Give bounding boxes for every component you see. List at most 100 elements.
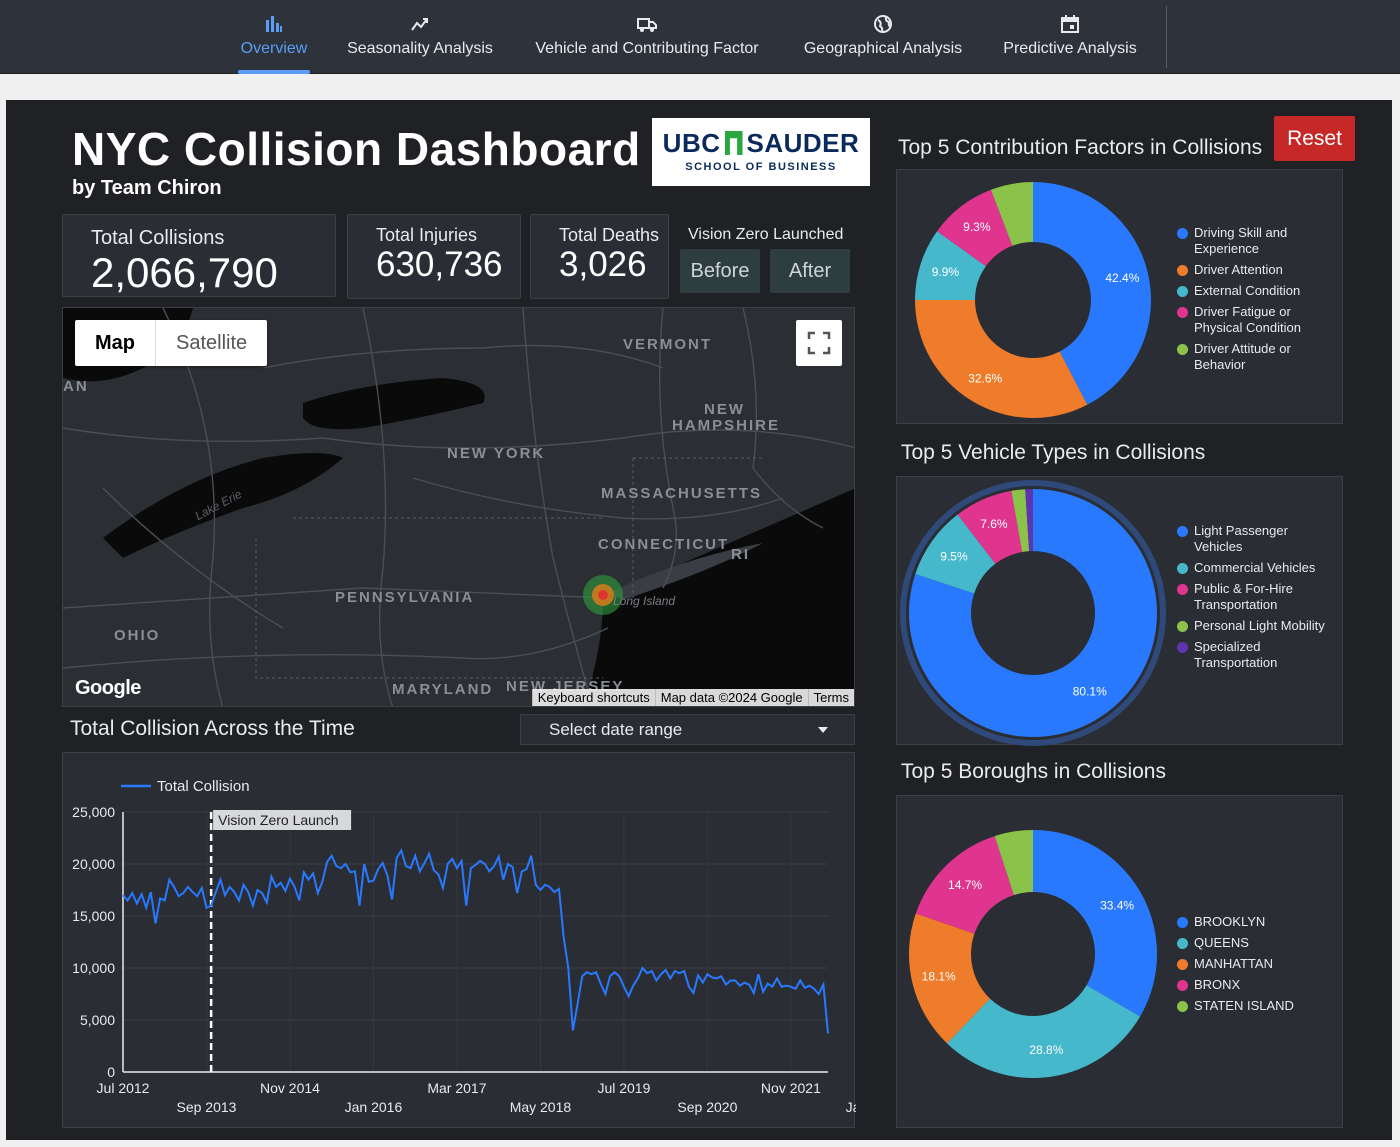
legend-item[interactable]: Driver Attitude or Behavior (1177, 341, 1337, 373)
line-chart-title: Total Collision Across the Time (70, 717, 355, 740)
legend-item[interactable]: Specialized Transportation (1177, 639, 1337, 671)
tab-overview[interactable]: Overview (238, 0, 310, 74)
legend-label: Total Collision (157, 778, 250, 795)
slice-label: 7.6% (980, 517, 1008, 531)
legend-label: Light Passenger Vehicles (1194, 523, 1288, 554)
legend-label: QUEENS (1194, 935, 1249, 950)
legend-dot (1177, 228, 1188, 239)
vision-zero-before-button[interactable]: Before (680, 249, 760, 293)
factors-chart-title: Top 5 Contribution Factors in Collisions (898, 136, 1263, 159)
map-label-new-hampshire-1: NEW (704, 401, 745, 418)
x-tick-label: Jan 2016 (345, 1099, 403, 1115)
vision-zero-after-button[interactable]: After (770, 249, 850, 293)
legend-label: BRONX (1194, 977, 1241, 992)
legend-item[interactable]: QUEENS (1177, 935, 1337, 951)
map-attribution: Keyboard shortcuts Map data ©2024 Google… (531, 689, 854, 706)
legend-item[interactable]: BROOKLYN (1177, 914, 1337, 930)
slice-label: 18.1% (922, 970, 956, 984)
legend-dot (1177, 265, 1188, 276)
fullscreen-button[interactable] (796, 320, 842, 366)
map-tiles (63, 308, 854, 706)
slice-label: 14.7% (948, 878, 982, 892)
donut-slice[interactable] (915, 300, 1088, 418)
tab-label: Geographical Analysis (803, 40, 963, 57)
tab-predictive-analysis[interactable]: Predictive Analysis (999, 0, 1141, 74)
x-tick-label: Jul 2012 (97, 1080, 150, 1096)
y-tick-label: 0 (107, 1064, 115, 1080)
total-collision-line (122, 848, 829, 1034)
legend-dot (1177, 286, 1188, 297)
legend-label: Public & For-Hire Transportation (1194, 581, 1293, 612)
map-label-an: AN (63, 378, 89, 395)
legend-dot (1177, 1001, 1188, 1012)
bar-chart-icon (266, 16, 282, 32)
line-chart-panel: 0 5,000 10,000 15,000 20,000 25,000 Jul 2012 No… (62, 752, 903, 1128)
slice-label: 9.3% (963, 220, 991, 234)
dashboard-canvas: NYC Collision Dashboard by Team Chiron U… (6, 100, 1392, 1140)
legend-item[interactable]: BRONX (1177, 977, 1337, 993)
legend-dot (1177, 307, 1188, 318)
legend-dot (1177, 526, 1188, 537)
legend-item[interactable]: MANHATTAN (1177, 956, 1337, 972)
slice-label: 33.4% (1100, 899, 1134, 913)
legend-label: STATEN ISLAND (1194, 998, 1294, 1013)
google-logo: Google (75, 677, 141, 699)
kpi-label: Total Injuries (376, 225, 478, 245)
tab-geographical-analysis[interactable]: Geographical Analysis (800, 0, 966, 74)
logo-text-ubc: UBC (662, 128, 721, 158)
legend-item[interactable]: Driver Fatigue or Physical Condition (1177, 304, 1337, 336)
legend-item[interactable]: External Condition (1177, 283, 1337, 299)
legend-item[interactable]: Commercial Vehicles (1177, 560, 1337, 576)
fullscreen-icon (807, 331, 831, 355)
logo-mark-icon (724, 131, 743, 155)
satellite-view-button[interactable]: Satellite (156, 320, 267, 366)
map-view-button[interactable]: Map (75, 320, 156, 366)
legend-item[interactable]: Personal Light Mobility (1177, 618, 1337, 634)
tab-label: Seasonality Analysis (347, 40, 493, 57)
legend-label: Driving Skill and Experience (1194, 225, 1288, 256)
legend-item[interactable]: Driving Skill and Experience (1177, 225, 1337, 257)
legend-item[interactable]: Light Passenger Vehicles (1177, 523, 1337, 555)
date-range-label: Select date range (549, 719, 683, 739)
kpi-total-deaths: Total Deaths 3,026 (530, 214, 669, 299)
tab-label: Predictive Analysis (1003, 40, 1137, 57)
legend-label: BROOKLYN (1194, 914, 1266, 929)
x-tick-label: May 2018 (510, 1099, 572, 1115)
collision-map[interactable]: VERMONT NEW HAMPSHIRE NEW YORK MASSACHUS… (62, 307, 855, 707)
keyboard-shortcuts-link[interactable]: Keyboard shortcuts (531, 689, 655, 706)
kpi-label: Total Collisions (91, 227, 225, 249)
tab-seasonality-analysis[interactable]: Seasonality Analysis (344, 0, 496, 74)
kpi-label: Total Deaths (559, 225, 660, 245)
legend-item[interactable]: Public & For-Hire Transportation (1177, 581, 1337, 613)
x-tick-label: Nov 2014 (260, 1080, 320, 1096)
slice-label: 80.1% (1073, 685, 1107, 699)
trend-icon (411, 18, 428, 31)
slice-label: 28.8% (1029, 1043, 1063, 1057)
vehicles-chart-panel: 80.1% 9.5% 7.6% Light Passenger Vehicles Co… (896, 476, 1343, 746)
x-tick-label: Jul 2019 (597, 1080, 650, 1096)
vehicles-chart-title: Top 5 Vehicle Types in Collisions (901, 441, 1206, 464)
map-label-connecticut: CONNECTICUT (598, 536, 730, 553)
x-tick-label: Mar 2017 (427, 1080, 486, 1096)
map-label-new-hampshire-2: HAMPSHIRE (672, 417, 781, 434)
line-chart: 0 5,000 10,000 15,000 20,000 25,000 Jul 2012 No… (72, 778, 903, 1115)
boroughs-chart-title: Top 5 Boroughs in Collisions (901, 760, 1166, 783)
legend-label: Specialized Transportation (1194, 639, 1278, 670)
legend-dot (1177, 621, 1188, 632)
terms-link[interactable]: Terms (807, 689, 854, 706)
donut-slice[interactable] (1033, 830, 1157, 1017)
tab-vehicle-contributing-factor[interactable]: Vehicle and Contributing Factor (529, 0, 765, 74)
heatmap-core (598, 590, 608, 600)
factors-chart-panel: 42.4% 32.6% 9.9% 9.3% Driving Skill and Exp… (896, 169, 1343, 424)
map-data-attribution: Map data ©2024 Google (654, 689, 808, 706)
legend-item[interactable]: Driver Attention (1177, 262, 1337, 278)
slice-label: 9.5% (940, 550, 968, 564)
reset-button[interactable]: Reset (1274, 116, 1355, 161)
legend-label: Driver Fatigue or Physical Condition (1194, 304, 1301, 335)
date-range-select[interactable]: Select date range (520, 714, 855, 745)
legend-dot (1177, 917, 1188, 928)
map-label-ohio: OHIO (114, 627, 161, 644)
map-label-ri: RI (731, 546, 750, 563)
legend-item[interactable]: STATEN ISLAND (1177, 998, 1337, 1014)
legend-dot (1177, 938, 1188, 949)
